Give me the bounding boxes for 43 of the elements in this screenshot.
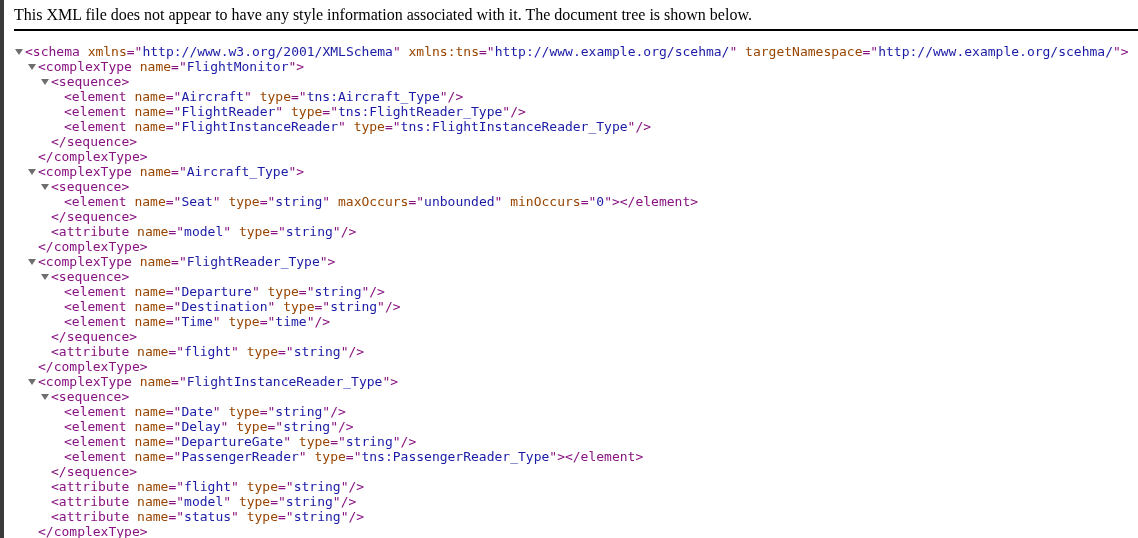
code-line: </complexType>	[38, 524, 148, 538]
collapse-toggle-icon[interactable]	[28, 258, 36, 266]
code-line: <element name="Destination" type="string"/>	[64, 299, 401, 314]
collapse-toggle-icon[interactable]	[28, 63, 36, 71]
collapse-toggle-icon[interactable]	[28, 168, 36, 176]
code-line: <complexType name="FlightInstanceReader_Type">	[38, 374, 399, 389]
style-notice: This XML file does not appear to have any style information associated with it. The document tree is shown below.	[14, 5, 753, 24]
collapse-toggle-icon[interactable]	[28, 378, 36, 386]
collapse-toggle-icon[interactable]	[15, 48, 23, 56]
code-line: <sequence>	[51, 179, 130, 194]
code-line: <attribute name="flight" type="string"/>	[51, 344, 365, 359]
code-line: </sequence>	[51, 209, 138, 224]
collapse-toggle-icon[interactable]	[41, 393, 49, 401]
code-line: <element name="Seat" type="string" maxOccurs="unbounded" minOccurs="0"></element>	[64, 194, 699, 209]
code-line: <sequence>	[51, 389, 130, 404]
code-line: <sequence>	[51, 269, 130, 284]
code-line: <complexType name="FlightMonitor">	[38, 59, 305, 74]
code-line: <element name="Departure" type="string"/>	[64, 284, 385, 299]
code-line: <element name="FlightReader" type="tns:FlightReader_Type"/>	[64, 104, 526, 119]
code-line: </complexType>	[38, 239, 148, 254]
code-line: </sequence>	[51, 134, 138, 149]
code-line: <attribute name="model" type="string"/>	[51, 494, 357, 509]
code-line: <element name="Time" type="time"/>	[64, 314, 331, 329]
code-line: </sequence>	[51, 329, 138, 344]
code-line: <element name="FlightInstanceReader" type="tns:FlightInstanceReader_Type"/>	[64, 119, 652, 134]
code-line: <complexType name="FlightReader_Type">	[38, 254, 336, 269]
collapse-toggle-icon[interactable]	[41, 78, 49, 86]
code-line: <attribute name="flight" type="string"/>	[51, 479, 365, 494]
code-line: </complexType>	[38, 149, 148, 164]
code-line: <schema xmlns="http://www.w3.org/2001/XMLSchema" xmlns:tns="http://www.example.org/scehma/" targetNamespace="http://www.example.org/scehma/">	[25, 44, 1129, 59]
code-line: <element name="PassengerReader" type="tns:PassengerReader_Type"></element>	[64, 449, 644, 464]
code-line: <attribute name="model" type="string"/>	[51, 224, 357, 239]
code-line: <element name="DepartureGate" type="string"/>	[64, 434, 417, 449]
collapse-toggle-icon[interactable]	[41, 273, 49, 281]
code-line: <element name="Date" type="string"/>	[64, 404, 346, 419]
code-line: <sequence>	[51, 74, 130, 89]
code-line: </complexType>	[38, 359, 148, 374]
code-line: <element name="Aircraft" type="tns:Aircraft_Type"/>	[64, 89, 464, 104]
code-line: </sequence>	[51, 464, 138, 479]
collapse-toggle-icon[interactable]	[41, 183, 49, 191]
code-line: <attribute name="status" type="string"/>	[51, 509, 365, 524]
code-line: <complexType name="Aircraft_Type">	[38, 164, 305, 179]
code-line: <element name="Delay" type="string"/>	[64, 419, 354, 434]
